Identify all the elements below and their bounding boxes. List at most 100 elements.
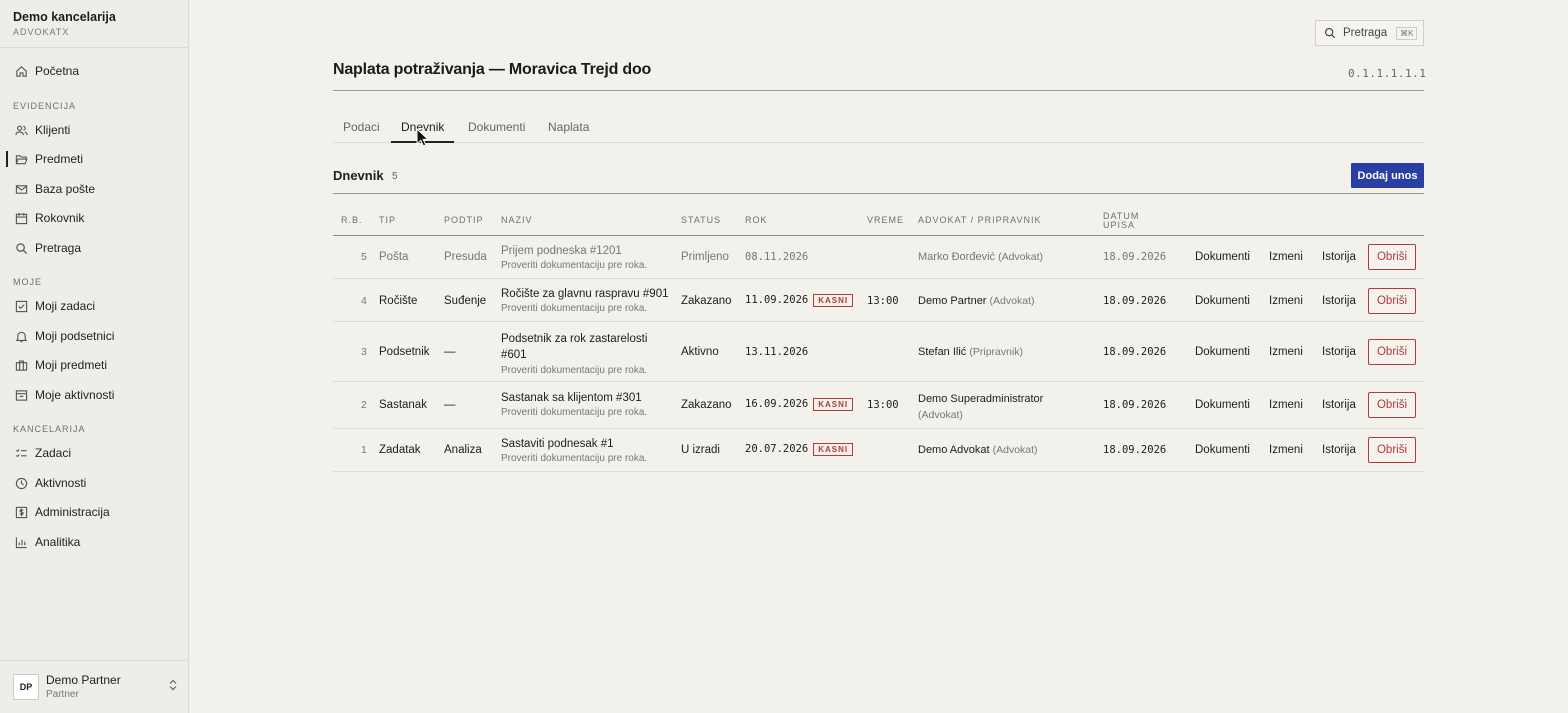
nav-item-moje-aktivnosti[interactable]: Moje aktivnosti <box>0 382 188 408</box>
nav-label: Klijenti <box>35 123 71 137</box>
row-status: Primljeno <box>681 251 729 263</box>
lawyer-name: Stefan Ilić <box>918 346 967 358</box>
edit-button[interactable]: Izmeni <box>1269 295 1303 307</box>
row-description: Proveriti dokumentaciju pre roka. <box>501 260 648 271</box>
column-header-rb: R.B. <box>341 215 363 225</box>
user-role: Partner <box>46 689 79 700</box>
history-button[interactable]: Istorija <box>1322 399 1356 411</box>
table-row: 3 Podsetnik — Podsetnik za rok zastarelo… <box>333 322 1424 382</box>
nav-item-klijenti[interactable]: Klijenti <box>0 117 188 143</box>
user-switcher[interactable]: DP Demo Partner Partner <box>13 673 178 700</box>
row-title-text: Prijem podneska #1201 <box>501 245 622 257</box>
lawyer-name: Marko Đorđević <box>918 251 996 263</box>
lawyer-role: (Advokat) <box>989 295 1035 307</box>
nav-label: Moji zadaci <box>35 299 96 313</box>
row-title[interactable]: Ročište za glavnu raspravu #901 Proverit… <box>501 288 669 314</box>
row-subtype: — <box>444 399 456 411</box>
documents-button[interactable]: Dokumenti <box>1195 346 1250 358</box>
nav-item-aktivnosti[interactable]: Aktivnosti <box>0 470 188 496</box>
tab-podaci[interactable]: Podaci <box>343 120 380 134</box>
nav-item-administracija[interactable]: Administracija <box>0 499 188 525</box>
row-status: Aktivno <box>681 346 719 358</box>
documents-button[interactable]: Dokumenti <box>1195 295 1250 307</box>
overdue-badge: KASNI <box>813 398 854 411</box>
edit-button[interactable]: Izmeni <box>1269 444 1303 456</box>
nav-section-moje: MOJE <box>13 277 43 287</box>
users-icon <box>14 123 28 137</box>
row-time: 13:00 <box>867 399 899 411</box>
tab-naplata[interactable]: Naplata <box>548 120 589 134</box>
deadline-date: 11.09.2026 <box>745 294 809 306</box>
history-button[interactable]: Istorija <box>1322 346 1356 358</box>
edit-button[interactable]: Izmeni <box>1269 346 1303 358</box>
row-deadline: 08.11.2026 <box>745 251 809 263</box>
brand-subtitle: ADVOKATX <box>13 27 70 37</box>
column-header-podtip: PODTIP <box>444 215 484 225</box>
avatar: DP <box>13 673 39 700</box>
add-entry-button[interactable]: Dodaj unos <box>1351 163 1424 188</box>
row-status: U izradi <box>681 444 720 456</box>
dollar-receipt-icon <box>14 505 28 519</box>
row-lawyer: Stefan Ilić (Pripravnik) <box>918 346 1023 358</box>
documents-button[interactable]: Dokumenti <box>1195 399 1250 411</box>
history-button[interactable]: Istorija <box>1322 295 1356 307</box>
nav-item-moji-podsetnici[interactable]: Moji podsetnici <box>0 323 188 349</box>
nav-item-baza-poste[interactable]: Baza pošte <box>0 176 188 202</box>
row-status: Zakazano <box>681 295 732 307</box>
search-icon <box>1324 27 1336 39</box>
divider <box>0 660 188 661</box>
lawyer-name: Demo Advokat <box>918 444 990 456</box>
delete-button[interactable]: Obriši <box>1368 392 1416 418</box>
divider <box>333 193 1424 194</box>
nav-item-pretraga[interactable]: Pretraga <box>0 235 188 261</box>
delete-button[interactable]: Obriši <box>1368 288 1416 314</box>
deadline-date: 16.09.2026 <box>745 398 809 410</box>
table-row: 1 Zadatak Analiza Sastaviti podnesak #1 … <box>333 429 1424 472</box>
row-deadline: 16.09.2026 KASNI <box>745 398 854 411</box>
nav-item-moji-zadaci[interactable]: Moji zadaci <box>0 293 188 319</box>
nav-item-home[interactable]: Početna <box>0 58 188 84</box>
delete-button[interactable]: Obriši <box>1368 244 1416 270</box>
mouse-cursor-icon <box>416 127 430 152</box>
edit-button[interactable]: Izmeni <box>1269 251 1303 263</box>
global-search[interactable]: Pretraga ⌘K <box>1315 20 1424 46</box>
documents-button[interactable]: Dokumenti <box>1195 251 1250 263</box>
row-description: Proveriti dokumentaciju pre roka. <box>501 407 648 418</box>
row-type: Pošta <box>379 251 409 263</box>
column-header-vreme: VREME <box>867 215 905 225</box>
row-entry-date: 18.09.2026 <box>1103 399 1167 411</box>
table-row: 2 Sastanak — Sastanak sa klijentom #301 … <box>333 382 1424 429</box>
row-number: 3 <box>361 346 367 358</box>
edit-button[interactable]: Izmeni <box>1269 399 1303 411</box>
nav-item-analitika[interactable]: Analitika <box>0 529 188 555</box>
entry-count: 5 <box>392 171 398 182</box>
lawyer-role: (Pripravnik) <box>969 346 1024 358</box>
delete-button[interactable]: Obriši <box>1368 437 1416 463</box>
divider <box>0 47 188 48</box>
table-row: 5 Pošta Presuda Prijem podneska #1201 Pr… <box>333 236 1424 279</box>
nav-item-rokovnik[interactable]: Rokovnik <box>0 205 188 231</box>
history-button[interactable]: Istorija <box>1322 444 1356 456</box>
row-title[interactable]: Sastanak sa klijentom #301 Proveriti dok… <box>501 392 647 418</box>
row-entry-date: 18.09.2026 <box>1103 295 1167 307</box>
clock-icon <box>14 476 28 490</box>
row-description: Proveriti dokumentaciju pre roka. <box>501 303 648 314</box>
row-title[interactable]: Podsetnik za rok zastarelosti #601 Prove… <box>501 331 647 379</box>
briefcase-icon <box>14 358 28 372</box>
lawyer-role: (Advokat) <box>998 251 1044 263</box>
overdue-badge: KASNI <box>813 294 854 307</box>
column-header-tip: TIP <box>379 215 397 225</box>
nav-item-moji-predmeti[interactable]: Moji predmeti <box>0 352 188 378</box>
row-title[interactable]: Sastaviti podnesak #1 Proveriti dokument… <box>501 438 647 464</box>
history-button[interactable]: Istorija <box>1322 251 1356 263</box>
delete-button[interactable]: Obriši <box>1368 339 1416 365</box>
row-time: 13:00 <box>867 295 899 307</box>
tab-dokumenti[interactable]: Dokumenti <box>468 120 525 134</box>
row-title[interactable]: Prijem podneska #1201 Proveriti dokument… <box>501 245 647 271</box>
nav-item-zadaci[interactable]: Zadaci <box>0 440 188 466</box>
row-subtype: — <box>444 346 456 358</box>
documents-button[interactable]: Dokumenti <box>1195 444 1250 456</box>
calendar-icon <box>14 211 28 225</box>
row-type: Ročište <box>379 295 418 307</box>
nav-item-predmeti[interactable]: Predmeti <box>0 146 188 172</box>
